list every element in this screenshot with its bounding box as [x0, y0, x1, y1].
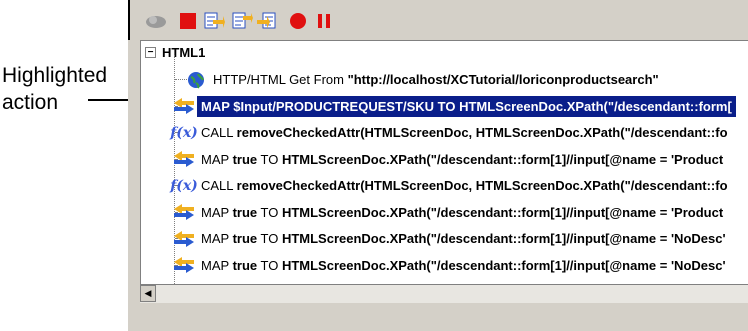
tree-row-text-bold2: HTMLScreenDoc.XPath("/descendant::form[1…: [281, 231, 726, 246]
tree-row-text-pre: MAP: [201, 151, 233, 167]
scroll-left-button[interactable]: ◀: [140, 285, 156, 302]
tree-row-text-bold: "http://localhost/XCTutorial/loriconprod…: [347, 72, 659, 87]
cloud-button[interactable]: [144, 10, 168, 32]
tree-row[interactable]: MAP true TO HTMLScreenDoc.XPath("/descen…: [171, 200, 748, 225]
function-icon: f(x): [170, 177, 198, 194]
tree-row-text: CALL removeCheckedAttr(HTMLScreenDoc, HT…: [197, 178, 728, 193]
tree-row-text-pre: HTTP/HTML Get From: [213, 72, 348, 87]
stop-square-icon: [180, 13, 196, 29]
tree-row-text-post: TO: [257, 257, 282, 273]
tree-row-text-pre: CALL: [201, 125, 237, 140]
record-button[interactable]: [286, 10, 310, 32]
tree-row-text-bold2: HTMLScreenDoc.XPath("/descendant::form[1…: [281, 151, 724, 167]
tree-row-text-bold: true: [232, 231, 258, 246]
map-arrows-icon: [171, 201, 197, 223]
tree-row-text-bold2: HTMLScreenDoc.XPath("/descendant::form[1…: [281, 257, 726, 273]
tree-root[interactable]: − HTML1: [145, 43, 205, 61]
tree-row-text-pre: MAP $Input/PRODUCTREQUEST/SKU TO HTMLScr…: [201, 98, 732, 114]
tree-root-label: HTML1: [162, 44, 206, 60]
tree-row-text: MAP true TO HTMLScreenDoc.XPath("/descen…: [197, 152, 723, 167]
tree-row-text: MAP $Input/PRODUCTREQUEST/SKU TO HTMLScr…: [197, 95, 736, 117]
tree-row[interactable]: HTTP/HTML Get From "http://localhost/XCT…: [183, 67, 748, 92]
tree-row[interactable]: MAP true TO HTMLScreenDoc.XPath("/descen…: [171, 147, 748, 172]
pause-button[interactable]: [312, 10, 336, 32]
cloud-icon: [146, 16, 166, 28]
toolbar: [128, 0, 748, 40]
map-arrows-icon: [171, 254, 197, 276]
tree-row-text-post: TO: [257, 231, 282, 246]
tree-row[interactable]: MAP true TO HTMLScreenDoc.XPath("/descen…: [171, 226, 748, 251]
tree-row-text-bold: true: [232, 151, 258, 167]
step-over-button[interactable]: [230, 10, 254, 32]
step-into-button[interactable]: [202, 10, 226, 32]
function-icon: f(x): [170, 124, 198, 141]
record-icon: [290, 13, 306, 29]
tree-row[interactable]: f(x) CALL removeCheckedAttr(HTMLScreenDoc…: [170, 173, 748, 198]
scroll-left-arrow-icon: ◀: [144, 288, 152, 298]
tree-row-text-pre: MAP: [201, 257, 233, 273]
tree-row-text: MAP true TO HTMLScreenDoc.XPath("/descen…: [197, 205, 723, 220]
collapse-toggle[interactable]: −: [145, 46, 156, 58]
map-arrows-icon: [171, 228, 197, 250]
tree-row-text-bold: true: [232, 257, 258, 273]
tree-row-text-post: TO: [257, 204, 282, 220]
tree-row-text: CALL removeCheckedAttr(HTMLScreenDoc, HT…: [197, 125, 728, 140]
stop-button[interactable]: [176, 10, 200, 32]
step-into-icon: [204, 12, 225, 29]
pause-icon: [318, 14, 330, 28]
tree-row-text-pre: CALL: [201, 178, 237, 193]
globe-icon: [183, 69, 209, 91]
tree-row-text-bold: removeCheckedAttr(HTMLScreenDoc, HTMLScr…: [236, 125, 728, 140]
horizontal-scrollbar[interactable]: ◀: [140, 284, 748, 303]
step-out-icon: [257, 12, 276, 29]
map-arrows-icon: [171, 95, 197, 117]
tree-row-text-bold: removeCheckedAttr(HTMLScreenDoc, HTMLScr…: [236, 178, 728, 193]
tree-row-text-bold: true: [232, 204, 258, 220]
tree-row-text: HTTP/HTML Get From "http://localhost/XCT…: [209, 72, 659, 87]
tree-row-text: MAP true TO HTMLScreenDoc.XPath("/descen…: [197, 258, 726, 273]
tree-row[interactable]: MAP true TO HTMLScreenDoc.XPath("/descen…: [171, 253, 748, 278]
step-out-button[interactable]: [256, 10, 280, 32]
tree-row-text: MAP true TO HTMLScreenDoc.XPath("/descen…: [197, 231, 726, 246]
tree-row-text-pre: MAP: [201, 231, 233, 246]
tree-row-selected[interactable]: MAP $Input/PRODUCTREQUEST/SKU TO HTMLScr…: [171, 94, 748, 119]
step-over-icon: [232, 12, 253, 29]
action-tree: − HTML1 HTTP/HTML Get From "http://local…: [140, 40, 748, 285]
tree-row[interactable]: f(x) CALL removeCheckedAttr(HTMLScreenDoc…: [170, 120, 748, 145]
tree-row-text-pre: MAP: [201, 204, 233, 220]
map-arrows-icon: [171, 148, 197, 170]
tree-row-text-bold2: HTMLScreenDoc.XPath("/descendant::form[1…: [281, 204, 724, 220]
debugger-window: − HTML1 HTTP/HTML Get From "http://local…: [128, 0, 748, 331]
tree-row-text-post: TO: [257, 151, 282, 167]
